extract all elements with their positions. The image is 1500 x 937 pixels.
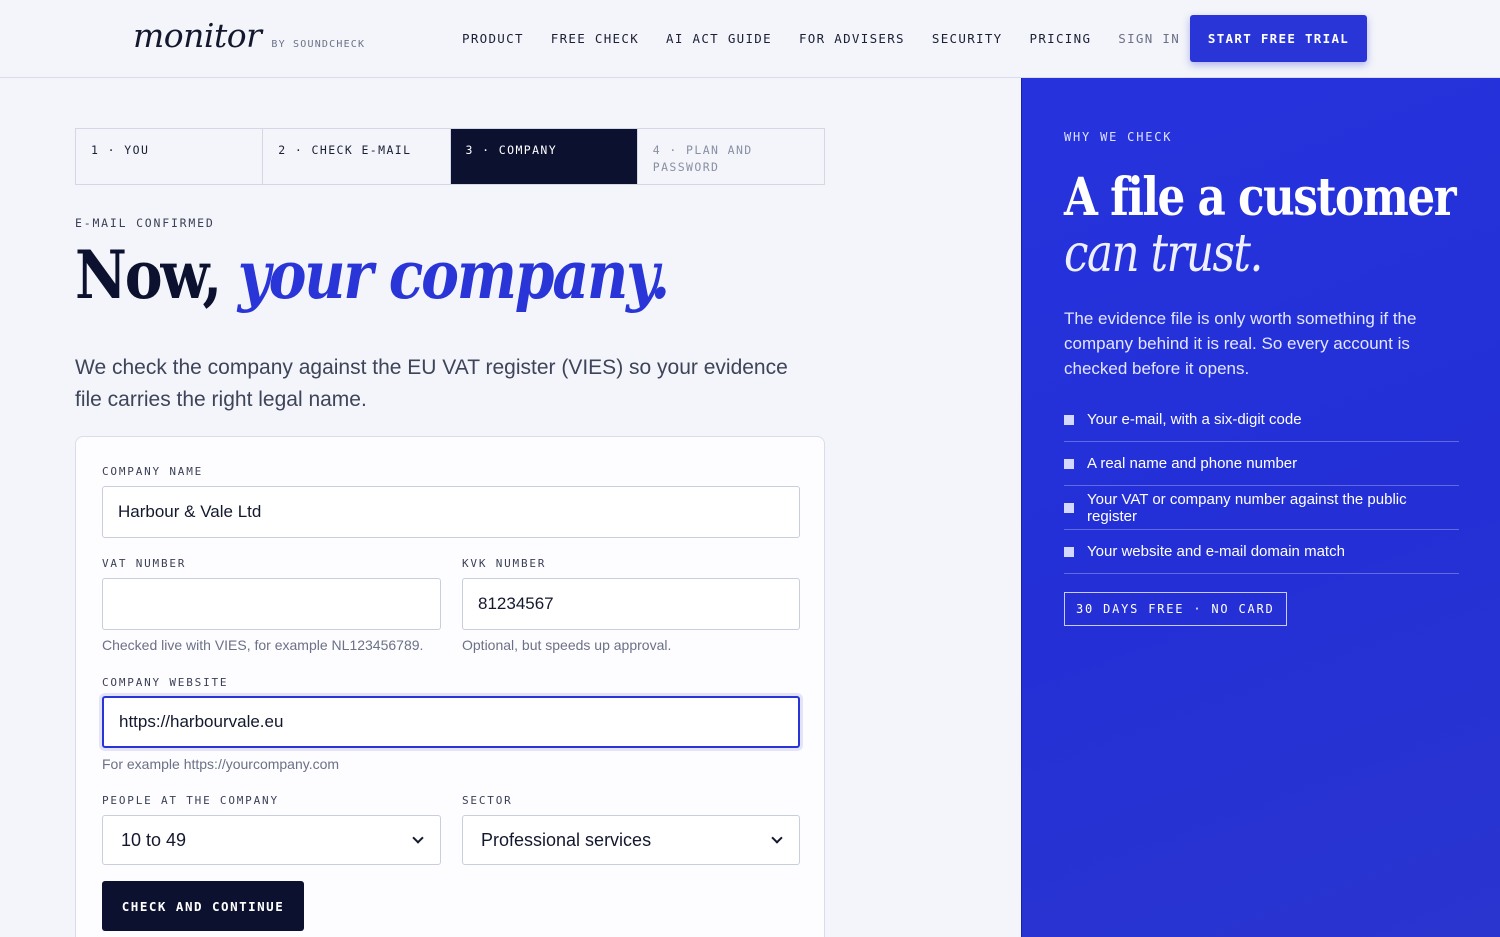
nav-ai-act-guide[interactable]: AI ACT GUIDE (666, 31, 772, 46)
chevron-down-icon (771, 832, 783, 844)
email-confirmed-label: E-MAIL CONFIRMED (75, 216, 215, 230)
chevron-down-icon (412, 832, 424, 844)
people-selected-value: 10 to 49 (121, 829, 187, 850)
sector-label: SECTOR (462, 794, 513, 807)
why-we-check-panel: WHY WE CHECK A file a customer can trust… (1021, 78, 1500, 937)
logo-byline: BY SOUNDCHECK (271, 39, 366, 50)
step-plan-password: 4 · PLAN AND PASSWORD (652, 143, 753, 174)
square-bullet-icon (1064, 458, 1074, 469)
sector-select[interactable]: Professional services (462, 815, 800, 865)
vat-number-hint: Checked live with VIES, for example NL12… (102, 637, 424, 653)
title-emphasis: your company. (237, 236, 670, 314)
square-bullet-icon (1064, 414, 1074, 425)
sector-selected-value: Professional services (481, 829, 652, 850)
nav-product[interactable]: PRODUCT (462, 31, 524, 46)
title-plain: Now, (75, 236, 222, 314)
verification-checklist: Your e-mail, with a six-digit code A rea… (1064, 398, 1459, 574)
square-bullet-icon (1064, 546, 1074, 557)
vat-number-input[interactable] (102, 578, 441, 630)
kvk-number-label: KVK NUMBER (462, 557, 547, 570)
side-title-line2: can trust. (1064, 224, 1263, 284)
nav-for-advisers[interactable]: FOR ADVISERS (799, 31, 905, 46)
step-check-email: 2 · CHECK E-MAIL (263, 129, 451, 184)
vat-number-label: VAT NUMBER (102, 557, 187, 570)
list-item-text: Your e-mail, with a six-digit code (1087, 411, 1302, 428)
kvk-number-input[interactable] (462, 578, 800, 630)
kvk-number-hint: Optional, but speeds up approval. (462, 637, 672, 653)
step-company: 3 · COMPANY (450, 129, 638, 184)
logo-wordmark: monitor (133, 16, 262, 55)
signup-stepper: 1 · YOU 2 · CHECK E-MAIL 3 · COMPANY 4 ·… (75, 128, 825, 185)
list-item-text: A real name and phone number (1087, 455, 1298, 472)
people-label: PEOPLE AT THE COMPANY (102, 794, 279, 807)
company-name-label: COMPANY NAME (102, 465, 204, 478)
step-you: 1 · YOU (76, 129, 264, 184)
nav-sign-in[interactable]: SIGN IN (1118, 31, 1180, 46)
company-website-hint: For example https://yourcompany.com (102, 756, 340, 772)
start-free-trial-button[interactable]: START FREE TRIAL (1190, 15, 1367, 62)
side-description: The evidence file is only worth somethin… (1064, 309, 1417, 378)
main-nav: PRODUCT FREE CHECK AI ACT GUIDE FOR ADVI… (462, 31, 1207, 46)
list-item-text: Your website and e-mail domain match (1087, 543, 1345, 560)
company-name-input[interactable] (102, 486, 800, 538)
page-title: Now, your company. (75, 236, 670, 314)
check-and-continue-button[interactable]: CHECK AND CONTINUE (102, 881, 304, 931)
page-intro: We check the company against the EU VAT … (75, 356, 788, 411)
company-website-input[interactable] (102, 696, 800, 748)
list-item: Your VAT or company number against the p… (1064, 486, 1459, 530)
side-title: A file a customer can trust. (1064, 167, 1457, 284)
list-item-text: Your VAT or company number against the p… (1087, 490, 1407, 525)
side-eyebrow: WHY WE CHECK (1064, 130, 1173, 144)
square-bullet-icon (1064, 502, 1074, 513)
nav-security[interactable]: SECURITY (932, 31, 1003, 46)
side-title-line1: A file a customer (1064, 167, 1457, 228)
nav-free-check[interactable]: FREE CHECK (551, 31, 639, 46)
nav-pricing[interactable]: PRICING (1030, 31, 1092, 46)
list-item: Your e-mail, with a six-digit code (1064, 398, 1459, 442)
brand-logo[interactable]: monitor BY SOUNDCHECK (133, 16, 365, 55)
people-select[interactable]: 10 to 49 (102, 815, 441, 865)
list-item: A real name and phone number (1064, 442, 1459, 486)
company-website-label: COMPANY WEBSITE (102, 676, 229, 689)
company-form: COMPANY NAME VAT NUMBER Checked live wit… (75, 436, 825, 937)
free-trial-badge: 30 DAYS FREE · NO CARD (1064, 592, 1287, 626)
top-navigation: monitor BY SOUNDCHECK PRODUCT FREE CHECK… (0, 0, 1500, 78)
list-item: Your website and e-mail domain match (1064, 530, 1459, 574)
